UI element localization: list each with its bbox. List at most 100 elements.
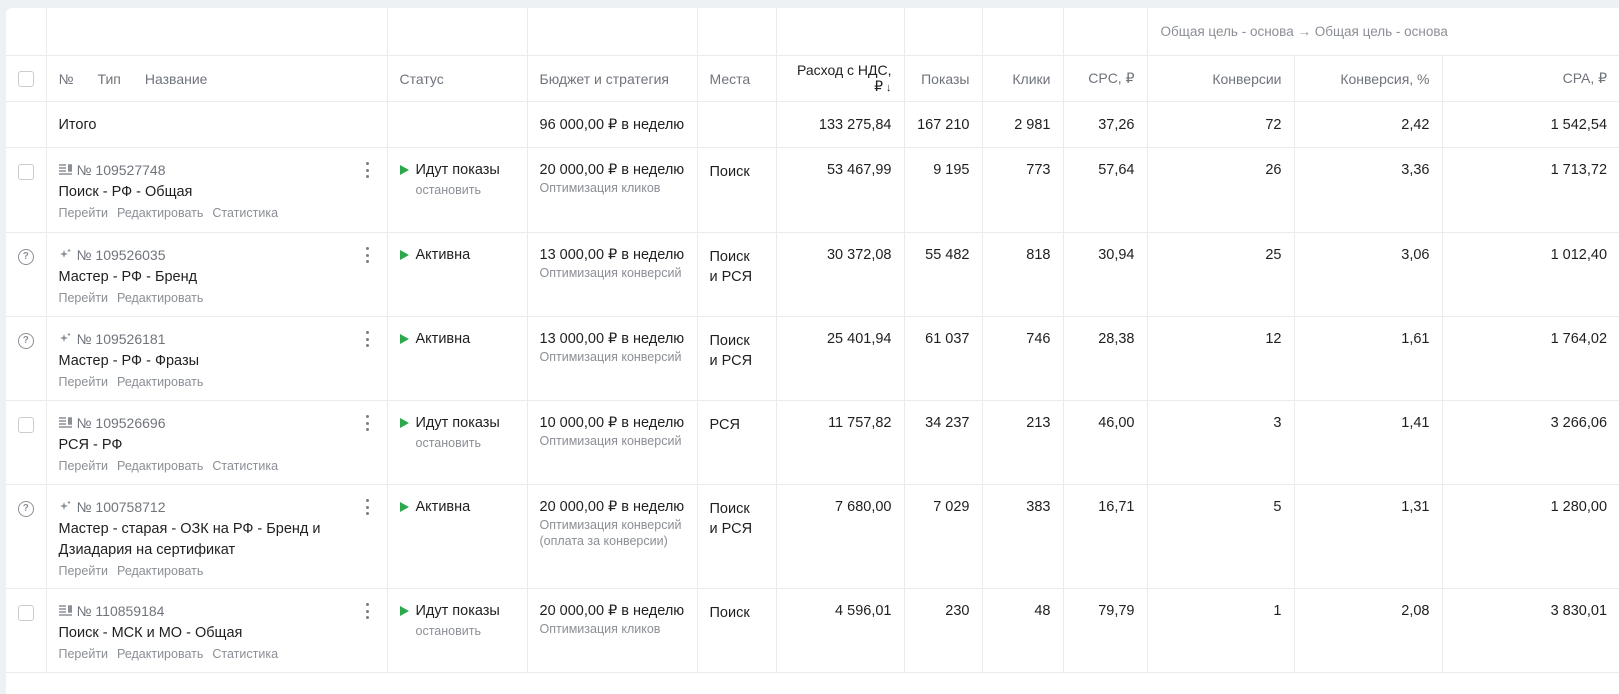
play-icon [399,334,409,344]
campaign-id: № 110859184 [76,603,165,619]
campaign-budget-cell[interactable]: 20 000,00 ₽ в неделю Оптимизация конверс… [526,484,698,589]
campaign-links: Перейти Редактировать Статистика [59,647,351,661]
stop-campaign-link[interactable]: остановить [416,183,527,197]
campaign-select-cell [6,400,47,485]
campaign-conversion-rate: 3,06 [1293,232,1443,317]
play-icon [399,250,409,260]
campaign-name-cell: № 109526035 Мастер - РФ - Бренд Перейти Р… [45,232,388,317]
campaign-link[interactable]: Редактировать [117,375,203,389]
total-places-cell [696,101,777,148]
campaign-link[interactable]: Статистика [212,647,278,661]
goal-header-row: Общая цель - основа → Общая цель - основ… [6,8,1619,56]
campaign-select-cell: ? [6,232,47,317]
campaign-impressions: 9 195 [903,147,983,233]
campaign-link[interactable]: Перейти [59,564,109,578]
campaign-budget-cell[interactable]: 13 000,00 ₽ в неделю Оптимизация конверс… [526,232,698,317]
column-cpa[interactable]: CPA, ₽ [1441,55,1619,102]
campaign-status-label: Идут показы [415,162,500,178]
more-actions-icon[interactable] [366,415,370,431]
column-number[interactable]: № [59,71,74,87]
column-clicks[interactable]: Клики [981,55,1064,102]
stop-campaign-link[interactable]: остановить [416,624,527,638]
play-icon [399,165,409,175]
campaign-link[interactable]: Перейти [59,647,109,661]
campaign-status-cell: Идут показы остановить [386,147,528,233]
campaign-places-cell: Поиск и РСЯ [696,316,777,401]
campaign-link[interactable]: Редактировать [117,291,203,305]
campaign-spend: 11 757,82 [775,400,905,485]
campaign-link[interactable]: Редактировать [117,459,203,473]
master-campaign-icon [59,500,71,510]
total-label: Итого [45,101,388,148]
campaign-link[interactable]: Статистика [212,459,278,473]
campaign-cpc: 16,71 [1062,484,1148,589]
campaign-cpc: 57,64 [1062,147,1148,233]
column-conversion-rate[interactable]: Конверсия, % [1293,55,1443,102]
column-conversions[interactable]: Конверсии [1146,55,1295,102]
campaign-conversions: 1 [1146,588,1295,673]
goal-spacer [696,8,777,56]
row-checkbox[interactable] [17,164,34,180]
help-icon[interactable]: ? [17,333,34,349]
campaign-places-cell: Поиск [696,147,777,233]
campaign-link[interactable]: Статистика [212,206,278,220]
campaign-places-cell: РСЯ [696,400,777,485]
row-checkbox[interactable] [17,417,34,433]
campaign-impressions: 230 [903,588,983,673]
column-cpc[interactable]: CPC, ₽ [1062,55,1148,102]
column-budget[interactable]: Бюджет и стратегия [526,55,698,102]
campaign-budget: 13 000,00 ₽ в неделю [539,247,685,263]
column-type[interactable]: Тип [98,71,121,87]
campaign-link[interactable]: Перейти [59,206,109,220]
stop-campaign-link[interactable]: остановить [416,436,527,450]
column-status[interactable]: Статус [386,55,528,102]
total-clicks: 2 981 [981,101,1064,148]
campaign-places: Поиск [709,164,750,180]
campaign-link[interactable]: Перейти [59,459,109,473]
campaign-conversions: 26 [1146,147,1295,233]
column-spend[interactable]: Расход с НДС, ₽ ↓ [775,55,905,102]
campaign-budget-cell[interactable]: 20 000,00 ₽ в неделю Оптимизация кликов [526,588,698,673]
column-places[interactable]: Места [696,55,777,102]
campaign-link[interactable]: Редактировать [117,647,203,661]
select-all-checkbox[interactable] [17,71,34,88]
help-icon[interactable]: ? [17,249,34,265]
campaign-budget: 13 000,00 ₽ в неделю [539,331,685,347]
campaign-strategy: Оптимизация кликов [539,622,661,636]
campaign-status: Активна [399,331,527,347]
campaign-budget-cell[interactable]: 10 000,00 ₽ в неделю Оптимизация конверс… [526,400,698,485]
more-actions-icon[interactable] [366,247,370,263]
campaign-name: Поиск - МСК и МО - Общая [58,625,243,641]
more-actions-icon[interactable] [366,603,370,619]
campaign-cpc: 30,94 [1062,232,1148,317]
campaign-clicks: 383 [981,484,1064,589]
campaign-row: ? № 109526181 Мастер - РФ - Фразы Перейт… [6,316,1619,401]
campaign-status-cell: Идут показы остановить [386,588,528,673]
campaign-strategy: Оптимизация конверсий (оплата за конверси… [539,518,682,548]
campaign-status-label: Активна [415,499,471,515]
campaign-budget-cell[interactable]: 13 000,00 ₽ в неделю Оптимизация конверс… [526,316,698,401]
more-actions-icon[interactable] [366,331,370,347]
campaign-name: РСЯ - РФ [58,437,123,453]
campaign-name: Мастер - старая - ОЗК на РФ - Бренд и Дз… [58,521,321,558]
goal-selector[interactable]: Общая цель - основа → Общая цель - основ… [1146,8,1619,56]
column-impressions[interactable]: Показы [903,55,983,102]
campaign-links: Перейти Редактировать [59,291,351,305]
help-icon[interactable]: ? [17,501,34,517]
more-actions-icon[interactable] [366,162,370,178]
column-name[interactable]: Название [145,71,208,87]
campaign-link[interactable]: Редактировать [117,564,203,578]
campaign-status-cell: Активна [386,232,528,317]
total-cpa: 1 542,54 [1441,101,1619,148]
campaign-budget-cell[interactable]: 20 000,00 ₽ в неделю Оптимизация кликов [526,147,698,233]
campaign-link[interactable]: Редактировать [117,206,203,220]
campaign-clicks: 213 [981,400,1064,485]
campaign-link[interactable]: Перейти [59,291,109,305]
campaign-cpa: 3 830,01 [1441,588,1619,673]
total-status-cell [386,101,528,148]
row-checkbox[interactable] [17,605,34,621]
campaign-status-cell: Идут показы остановить [386,400,528,485]
more-actions-icon[interactable] [366,499,370,515]
campaign-status-label: Активна [415,331,471,347]
campaign-link[interactable]: Перейти [59,375,109,389]
